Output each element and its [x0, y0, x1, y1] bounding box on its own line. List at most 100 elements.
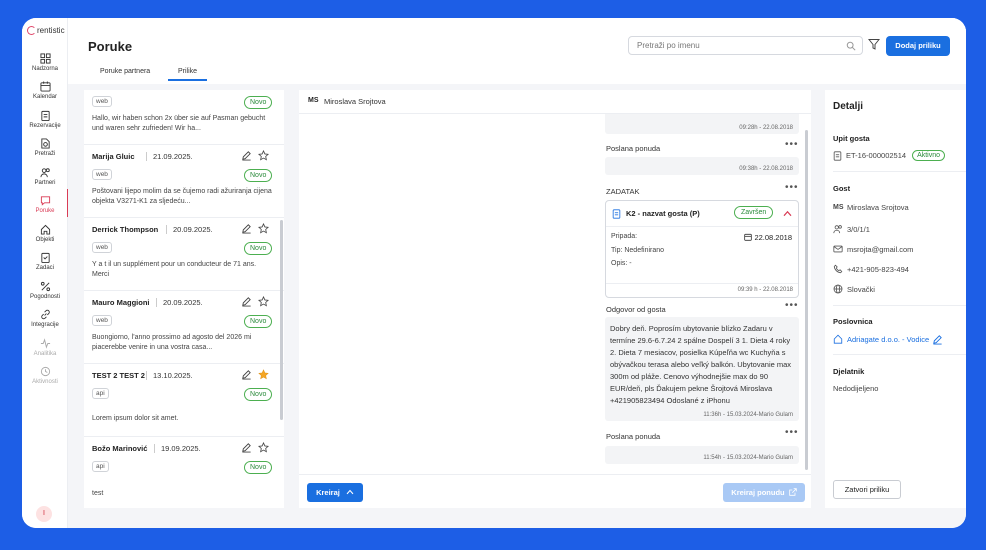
phone-icon: [833, 264, 843, 274]
create-button[interactable]: Kreiraj: [307, 483, 363, 502]
search-doc-icon: [40, 138, 50, 149]
source-tag: web: [92, 315, 112, 326]
message-preview: Y a t il un supplément pour un conducteu…: [92, 261, 257, 278]
sidebar-item-label: Zadaci: [35, 265, 54, 271]
message-bubble: 09:28h - 22.08.2018: [605, 114, 799, 134]
star-icon[interactable]: [258, 369, 269, 380]
guest-phone[interactable]: +421-905-823-494: [847, 265, 909, 274]
sidebar-item-partneri[interactable]: Partneri: [22, 167, 68, 186]
search-input[interactable]: Pretraži po imenu: [628, 36, 863, 55]
sidebar-item-label: Poruke: [35, 208, 55, 214]
edit-icon[interactable]: [241, 150, 252, 161]
message-preview: test: [92, 490, 104, 497]
inquiry-date: 20.09.2025.: [156, 298, 203, 307]
close-opportunity-button[interactable]: Zatvori priliku: [833, 480, 901, 499]
sidebar-nav: rentistic Nadzorna Kalendar Rezervacije …: [22, 18, 69, 528]
inquiry-date: 13.10.2025.: [146, 371, 193, 380]
more-icon[interactable]: •••: [785, 139, 799, 150]
dashboard-icon: [39, 53, 51, 64]
sidebar-item-integracije[interactable]: Integracije: [22, 309, 68, 328]
sidebar-item-analitika[interactable]: Analitika: [22, 338, 68, 357]
edit-icon[interactable]: [932, 334, 943, 345]
sidebar-item-label: Pretraži: [34, 151, 56, 157]
list-item[interactable]: Derrick Thompson 20.09.2025. web Novo Y …: [84, 218, 284, 291]
message-preview: Hallo, wir haben schon 2x über sie auf P…: [92, 115, 266, 132]
percent-icon: [40, 281, 50, 292]
sidebar-item-poruke[interactable]: Poruke: [22, 189, 69, 217]
star-icon[interactable]: [258, 223, 269, 234]
list-item[interactable]: web Novo Hallo, wir haben schon 2x über …: [84, 90, 284, 145]
task-header[interactable]: K2 - nazvat gosta (P) Završen: [606, 201, 798, 227]
star-icon[interactable]: [258, 442, 269, 453]
task-doc-icon: [612, 209, 621, 219]
opportunity-list: web Novo Hallo, wir haben schon 2x über …: [84, 90, 284, 508]
create-offer-label: Kreiraj ponudu: [731, 488, 785, 497]
task-type: Tip: Nedefinirano: [611, 247, 665, 254]
star-icon[interactable]: [258, 296, 269, 307]
guest-initials: MS: [308, 97, 319, 104]
task-time: 09:39 h - 22.08.2018: [737, 287, 793, 293]
details-title: Detalji: [833, 101, 864, 112]
details-panel: Detalji ✕ Upit gosta ET-16-000002514 Akt…: [825, 90, 966, 508]
calendar-icon: [39, 81, 51, 92]
task-section-title: ZADATAK: [606, 187, 640, 196]
sidebar-item-pogodnosti[interactable]: Pogodnosti: [22, 281, 68, 300]
list-item[interactable]: Božo Marinović 19.09.2025. api Novo test: [84, 437, 284, 508]
chat-icon: [40, 196, 50, 206]
divider: [833, 171, 966, 172]
offer-title: Poslana ponuda: [606, 432, 661, 441]
inquiry-id: ET-16-000002514: [846, 151, 907, 160]
sidebar-item-pretrazi[interactable]: Pretraži: [22, 138, 68, 157]
sidebar-item-label: Pogodnosti: [29, 294, 61, 300]
add-opportunity-button[interactable]: Dodaj priliku: [886, 36, 950, 56]
tab-poruke-partnera[interactable]: Poruke partnera: [100, 68, 150, 79]
reply-text: Dobry deň. Poprosím ubytovanie blízko Za…: [610, 324, 792, 405]
list-item[interactable]: Mauro Maggioni 20.09.2025. web Novo Buon…: [84, 291, 284, 364]
clipboard-icon: [833, 150, 842, 161]
message-time: 11:54h - 15.03.2024-Mario Gulam: [703, 455, 793, 461]
list-item[interactable]: Marija Gluic 21.09.2025. web Novo Poštov…: [84, 145, 284, 218]
more-icon[interactable]: •••: [785, 427, 799, 438]
sidebar-item-label: Integracije: [31, 322, 59, 328]
inquiry-status-badge: Aktivno: [912, 150, 946, 161]
sidebar-item-kalendar[interactable]: Kalendar: [22, 81, 68, 100]
logo-icon: [27, 26, 36, 35]
chevron-up-icon[interactable]: [783, 210, 792, 217]
sidebar-item-rezervacije[interactable]: Rezervacije: [22, 110, 68, 129]
sidebar-item-label: Analitika: [33, 351, 57, 357]
filter-icon[interactable]: [868, 38, 880, 50]
edit-icon[interactable]: [241, 369, 252, 380]
users-icon: [39, 168, 50, 178]
list-item[interactable]: TEST 2 TEST 2 13.10.2025. api Novo Lorem…: [84, 364, 284, 437]
sidebar-item-aktivnosti[interactable]: Aktivnosti: [22, 366, 68, 385]
pulse-icon: [40, 338, 50, 349]
link-icon: [40, 309, 50, 320]
edit-icon[interactable]: [241, 442, 252, 453]
guest-email[interactable]: msrojta@gmail.com: [847, 245, 913, 254]
conversation-scrollbar[interactable]: [805, 130, 808, 470]
source-tag: web: [92, 96, 112, 107]
source-tag: api: [92, 388, 109, 399]
guest-country: Slovački: [847, 284, 875, 294]
sidebar-item-zadaci[interactable]: Zadaci: [22, 252, 68, 271]
task-title: K2 - nazvat gosta (P): [626, 209, 700, 218]
user-avatar[interactable]: I: [36, 506, 52, 522]
office-section-title: Poslovnica: [833, 317, 873, 326]
sidebar-item-label: Kalendar: [32, 94, 58, 100]
sidebar-item-objekti[interactable]: Objekti: [22, 224, 68, 243]
edit-icon[interactable]: [241, 223, 252, 234]
guest-country-row: Slovački: [833, 284, 875, 294]
sidebar-item-nadzorna[interactable]: Nadzorna: [22, 53, 68, 72]
more-icon[interactable]: •••: [785, 182, 799, 193]
star-icon[interactable]: [258, 150, 269, 161]
tab-prilike[interactable]: Prilike: [168, 68, 208, 81]
create-offer-button[interactable]: Kreiraj ponudu: [723, 483, 805, 502]
list-scrollbar[interactable]: [280, 220, 283, 420]
edit-icon[interactable]: [241, 296, 252, 307]
office-link[interactable]: Adriagate d.o.o. - Vodice: [847, 335, 929, 344]
inquiry-id-row: ET-16-000002514 Aktivno: [833, 150, 946, 161]
more-icon[interactable]: •••: [785, 300, 799, 311]
source-tag: web: [92, 242, 112, 253]
search-placeholder: Pretraži po imenu: [637, 41, 700, 50]
inquiry-date: 21.09.2025.: [146, 152, 193, 161]
